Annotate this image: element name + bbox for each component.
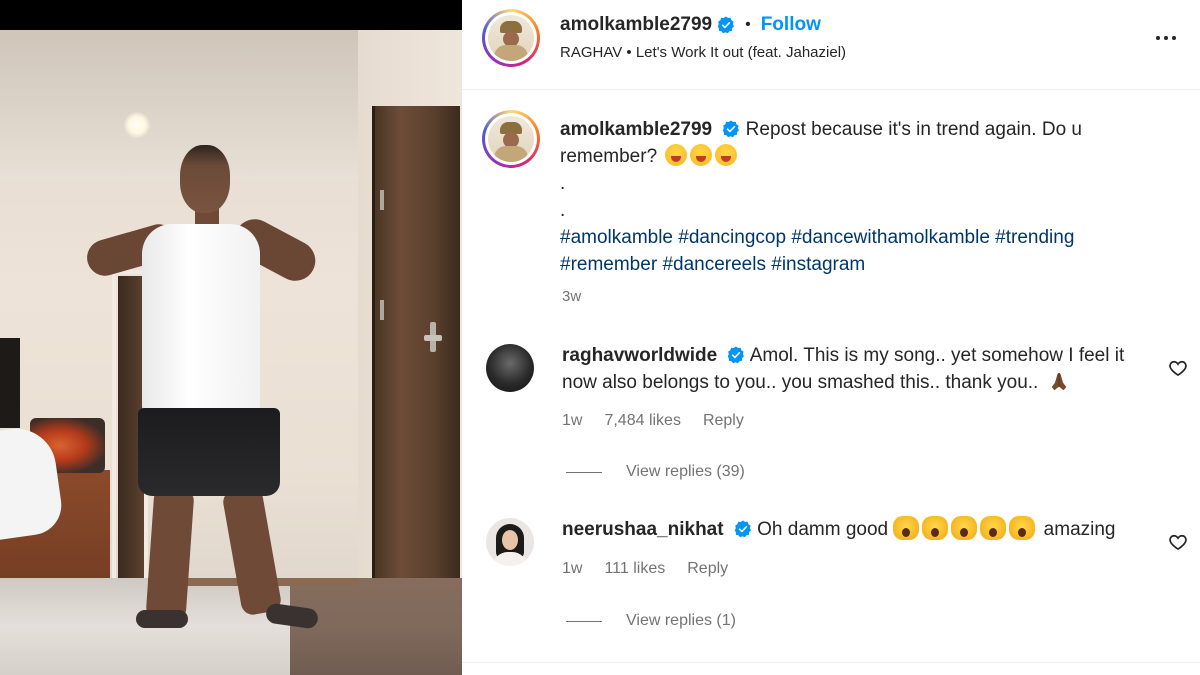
- comment-text: Oh damm good: [757, 519, 889, 540]
- view-replies-button[interactable]: View replies (39): [566, 463, 745, 481]
- post-panel: amolkamble2799 • Follow RAGHAV • Let's W…: [462, 0, 1200, 675]
- comment-meta: 1w 7,484 likes Reply: [562, 412, 744, 430]
- heart-icon[interactable]: [1168, 532, 1188, 552]
- commenter-avatar[interactable]: [486, 344, 534, 392]
- view-replies-label: View replies (39): [626, 463, 745, 480]
- commenter-username[interactable]: raghavworldwide: [562, 345, 717, 366]
- replies-divider-line: [566, 471, 602, 473]
- view-replies-label: View replies (1): [626, 612, 736, 629]
- dancer-head: [180, 145, 230, 213]
- post-header: amolkamble2799 • Follow RAGHAV • Let's W…: [462, 0, 1200, 90]
- caption-username[interactable]: amolkamble2799: [560, 119, 712, 140]
- audio-title: Let's Work It out (feat. Jahaziel): [635, 44, 847, 61]
- dancer-shorts: [138, 408, 280, 496]
- view-replies-button[interactable]: View replies (1): [566, 612, 736, 630]
- verified-badge-icon: [734, 520, 751, 538]
- post-caption: amolkamble2799 Repost because it's in tr…: [560, 116, 1160, 278]
- comment-body: neerushaa_nikhat Oh damm good amazing: [562, 516, 1162, 543]
- tongue-emoji-icon: [665, 144, 688, 166]
- replies-divider-line: [566, 620, 602, 622]
- separator-dot: •: [745, 16, 751, 33]
- tongue-emoji-icon: [715, 144, 738, 166]
- commenter-avatar[interactable]: [486, 518, 534, 566]
- screaming-emoji-icon: [893, 516, 920, 540]
- hashtag-link[interactable]: #dancewithamolkamble: [791, 227, 990, 248]
- author-avatar[interactable]: [482, 9, 540, 67]
- dancer: [0, 30, 462, 675]
- caption-author-avatar[interactable]: [482, 110, 540, 168]
- caption-dot: .: [560, 200, 566, 221]
- reel-video[interactable]: [0, 0, 462, 675]
- hashtag-link[interactable]: #remember: [560, 254, 657, 275]
- screaming-emoji-icon: [951, 516, 978, 540]
- hashtag-link[interactable]: #trending: [995, 227, 1074, 248]
- hashtag-link[interactable]: #dancereels: [662, 254, 766, 275]
- follow-button[interactable]: Follow: [761, 14, 821, 36]
- audio-separator: •: [626, 44, 632, 61]
- comment-likes[interactable]: 7,484 likes: [604, 412, 681, 430]
- comment-body: raghavworldwide Amol. This is my song.. …: [562, 342, 1162, 396]
- screaming-emoji-icon: [980, 516, 1007, 540]
- dancer-foot-right: [264, 602, 320, 630]
- comment-meta: 1w 111 likes Reply: [562, 560, 728, 578]
- comment-time[interactable]: 1w: [562, 560, 582, 578]
- screaming-emoji-icon: [922, 516, 949, 540]
- verified-badge-icon: [728, 346, 745, 364]
- hashtag-link[interactable]: #instagram: [771, 254, 865, 275]
- hashtag-link[interactable]: #amolkamble: [560, 227, 673, 248]
- audio-artist: RAGHAV: [560, 44, 623, 61]
- audio-attribution[interactable]: RAGHAV • Let's Work It out (feat. Jahazi…: [560, 44, 846, 61]
- reply-button[interactable]: Reply: [703, 412, 744, 430]
- comment-time[interactable]: 1w: [562, 412, 582, 430]
- dancer-vest: [142, 224, 260, 416]
- verified-badge-icon: [723, 120, 740, 138]
- panel-divider: [462, 662, 1200, 663]
- heart-icon[interactable]: [1168, 358, 1188, 378]
- comment-text-end: amazing: [1043, 519, 1116, 540]
- comment-likes[interactable]: 111 likes: [604, 560, 665, 578]
- hashtag-link[interactable]: #dancingcop: [678, 227, 786, 248]
- post-timestamp[interactable]: 3w: [562, 288, 581, 305]
- author-username[interactable]: amolkamble2799: [560, 14, 712, 36]
- caption-dot: .: [560, 173, 566, 194]
- screaming-emoji-icon: [1009, 516, 1036, 540]
- verified-badge-icon: [717, 16, 735, 34]
- video-frame: [0, 30, 462, 675]
- tongue-emoji-icon: [690, 144, 713, 166]
- header-username-row: amolkamble2799 • Follow: [560, 14, 821, 36]
- dancer-leg-left: [145, 486, 195, 622]
- reply-button[interactable]: Reply: [687, 560, 728, 578]
- commenter-username[interactable]: neerushaa_nikhat: [562, 519, 724, 540]
- hashtag-list: #amolkamble #dancingcop #dancewithamolka…: [560, 224, 1160, 278]
- more-options-icon[interactable]: [1148, 26, 1184, 50]
- folded-hands-emoji-icon: [1051, 372, 1066, 391]
- dancer-foot-left: [136, 610, 188, 628]
- dancer-leg-right: [221, 485, 283, 617]
